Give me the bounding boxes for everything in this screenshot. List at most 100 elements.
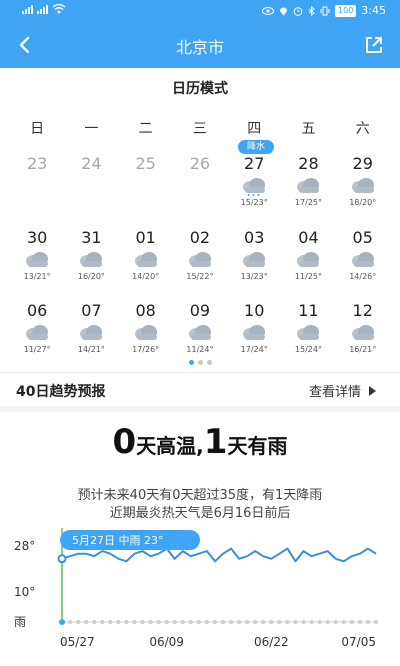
day-number: 09 — [189, 301, 211, 320]
calendar-day[interactable]: 09 11/24° — [173, 301, 227, 363]
weekday-label: 五 — [301, 121, 316, 137]
day-temp-range: 11/25° — [294, 272, 322, 281]
rain-day-dot-empty — [140, 619, 145, 625]
calendar-row: 30 13/21° 31 16/20° 01 14/20° 02 15/22° 03 13/23°… — [10, 228, 390, 290]
rain-days-label: 天有雨 — [227, 434, 288, 458]
day-number: 04 — [298, 228, 319, 247]
day-temp-range: 11/27° — [23, 345, 51, 354]
rain-day-dot-empty — [228, 619, 234, 625]
day-number: 31 — [81, 228, 102, 247]
calendar-day[interactable]: 02 15/22° — [173, 228, 227, 290]
status-right: 100 3:45 — [262, 4, 386, 17]
trend-title: 40日趋势预报 — [16, 384, 106, 400]
rain-day-dot-empty — [156, 619, 161, 625]
rain-day-dot-empty — [373, 619, 379, 625]
calendar-day[interactable]: 30 13/21° — [10, 228, 64, 290]
rain-day-dot-empty — [124, 619, 129, 625]
calendar-day[interactable]: 05 14/26° — [336, 228, 390, 290]
day-number: 25 — [135, 154, 156, 173]
cloud-icon — [22, 250, 52, 270]
rain-day-dot-empty — [244, 619, 250, 625]
weekday-label: 六 — [355, 121, 370, 137]
rain-day-dot-empty — [83, 619, 89, 625]
selected-point — [57, 554, 67, 564]
calendar-day[interactable]: 29 18/20° — [336, 154, 390, 216]
day-number: 10 — [244, 301, 265, 320]
day-number: 02 — [189, 228, 211, 247]
cloud-icon — [185, 323, 215, 343]
status-time: 3:45 — [361, 4, 386, 17]
day-number: 05 — [352, 228, 373, 247]
rain-day-dot-empty — [196, 619, 202, 625]
rain-cloud-icon — [239, 176, 269, 197]
rain-day-dot-empty — [269, 619, 274, 625]
x-tick-label: 05/27 — [60, 635, 95, 649]
cloud-icon — [239, 250, 269, 270]
rain-days-count: 1 — [203, 422, 228, 462]
calendar-day[interactable]: 10 17/24° — [227, 301, 281, 363]
weekday-label: 二 — [138, 121, 153, 137]
rain-day-dot-empty — [309, 619, 314, 625]
day-number: 11 — [298, 301, 319, 320]
calendar-day[interactable]: 11 15/24° — [281, 301, 335, 363]
rain-day-dot-empty — [100, 619, 105, 625]
y-tick-label: 10° — [14, 585, 35, 599]
weekday-label: 一 — [84, 121, 99, 137]
calendar-day[interactable]: 23 — [10, 154, 64, 216]
day-number: 12 — [352, 301, 373, 320]
day-number: 03 — [244, 228, 265, 247]
calendar-day[interactable]: 25 — [119, 154, 173, 216]
day-temp-range: 17/25° — [294, 198, 322, 207]
rain-day-dot-empty — [236, 619, 242, 625]
calendar-day[interactable]: 01 14/20° — [119, 228, 173, 290]
view-details-link[interactable]: 查看详情 — [309, 381, 376, 400]
calendar-day[interactable]: 04 11/25° — [281, 228, 335, 290]
day-number: 08 — [135, 301, 156, 320]
tooltip-text: 5月27日 中雨 23° — [72, 534, 164, 547]
rain-day-dot-empty — [75, 619, 81, 625]
rain-day-dot-empty — [108, 619, 113, 625]
page-dot — [197, 360, 203, 365]
hot-days-label: 天高温, — [136, 434, 204, 458]
trend-headline: 0天高温,1天有雨 — [0, 422, 400, 462]
page-title: 北京市 — [175, 38, 224, 57]
rain-day-dot-empty — [261, 619, 266, 625]
cloud-icon — [22, 323, 52, 343]
nav-bar: 北京市 — [0, 22, 400, 68]
cloud-icon — [348, 250, 378, 270]
day-temp-range: 15/24° — [294, 345, 322, 354]
cloud-icon — [293, 323, 323, 343]
rain-day-dot-empty — [67, 619, 73, 625]
share-icon[interactable] — [360, 31, 388, 59]
alarm-icon — [293, 6, 303, 16]
calendar-row: 06 11/27° 07 14/21° 08 17/26° 09 11/24° 10 17/24°… — [10, 301, 390, 363]
rain-day-dot-empty — [116, 619, 121, 625]
calendar-day[interactable]: 27 15/23° — [227, 154, 281, 216]
day-temp-range: 11/24° — [186, 345, 214, 354]
trend-description: 预计未来40天有0天超过35度，有1天降雨 — [77, 488, 323, 503]
rain-day-dot-empty — [301, 619, 306, 625]
calendar-day[interactable]: 28 17/25° — [281, 154, 335, 216]
rain-day-dot-empty — [325, 619, 330, 625]
day-number: 27 — [244, 154, 265, 173]
day-number: 24 — [81, 154, 102, 173]
calendar-day[interactable]: 06 11/27° — [10, 301, 64, 363]
calendar-day[interactable]: 12 16/21° — [336, 301, 390, 363]
day-temp-range: 14/21° — [77, 345, 105, 354]
calendar-day[interactable]: 26 — [173, 154, 227, 216]
cloud-icon — [185, 250, 215, 270]
hot-days-count: 0 — [112, 422, 137, 462]
y-tick-label: 雨 — [14, 615, 26, 629]
cloud-icon — [348, 323, 378, 343]
trend-chart[interactable]: 28° 10° 雨 5月27日 中雨 23° 05/27 06/09 06/22 07/05 — [0, 522, 400, 666]
calendar-day[interactable]: 08 17/26° — [119, 301, 173, 363]
calendar-day[interactable]: 07 14/21° — [64, 301, 118, 363]
trend-header: 40日趋势预报 查看详情 — [0, 372, 400, 406]
rain-day-dot-empty — [253, 619, 258, 625]
calendar-day[interactable]: 03 13/23° — [227, 228, 281, 290]
signal-icon — [22, 4, 33, 14]
calendar-day[interactable]: 31 16/20° — [64, 228, 118, 290]
calendar-day[interactable]: 24 — [64, 154, 118, 216]
rain-badge: 降水 — [238, 140, 274, 154]
page-dot-active — [188, 360, 194, 365]
